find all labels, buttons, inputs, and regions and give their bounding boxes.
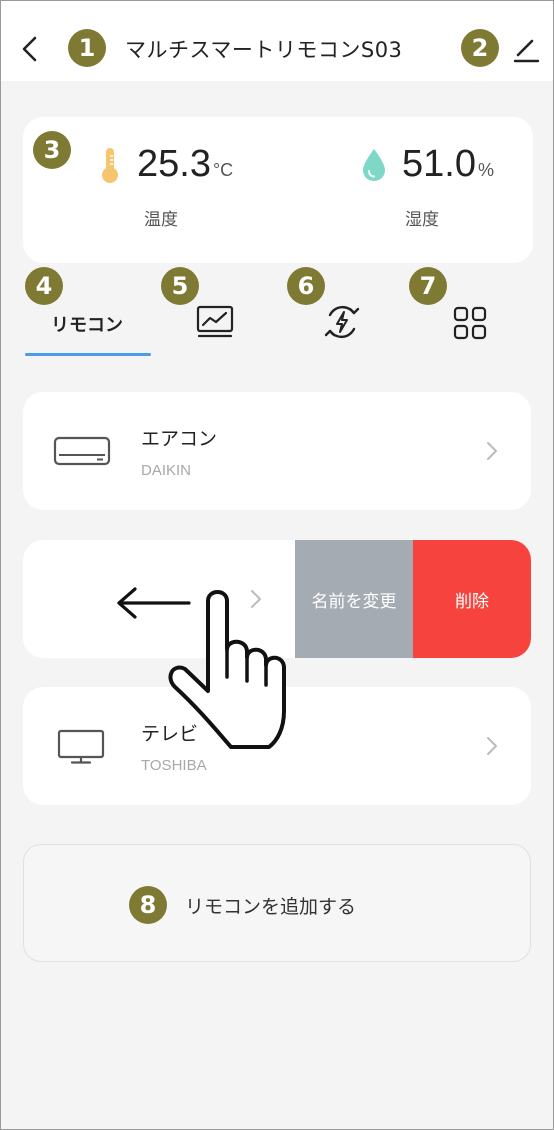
rename-button[interactable]: 名前を変更 [295,540,413,658]
environment-card [23,117,533,263]
callout-badge-6: 6 [287,267,325,305]
pointing-hand-icon [168,590,286,749]
grid-icon[interactable] [452,305,488,341]
tab-remote[interactable]: リモコン [51,311,123,337]
back-icon[interactable] [15,31,45,67]
chevron-right-icon [487,442,497,460]
callout-badge-1: 1 [68,29,106,67]
delete-button[interactable]: 削除 [413,540,531,658]
edit-icon[interactable] [511,35,541,65]
callout-badge-7: 7 [409,267,447,305]
thermometer-icon [102,148,118,183]
add-remote-label: リモコンを追加する [185,896,357,918]
page-title: マルチスマートリモコンS03 [125,38,403,62]
device-name: エアコン [141,428,218,450]
chart-icon[interactable] [195,304,235,340]
callout-badge-4: 4 [25,267,63,305]
app-screen: マルチスマートリモコンS03 1 2 3 4 5 6 7 8 25.3 °C 温度… [0,0,554,1130]
callout-badge-8: 8 [129,886,167,924]
water-drop-icon [363,149,385,181]
energy-icon[interactable] [323,303,361,341]
air-conditioner-icon [53,436,111,466]
temperature-label: 温度 [144,210,178,230]
tv-icon [57,729,105,764]
callout-badge-2: 2 [461,29,499,67]
device-brand: DAIKIN [141,462,192,479]
humidity-value: 51.0% [402,143,494,185]
callout-badge-3: 3 [33,131,71,169]
device-brand: TOSHIBA [141,757,207,774]
temperature-value: 25.3 °C [137,143,234,185]
callout-badge-5: 5 [161,267,199,305]
humidity-label: 湿度 [405,210,439,230]
chevron-right-icon [487,737,497,755]
tab-active-indicator [25,353,151,356]
